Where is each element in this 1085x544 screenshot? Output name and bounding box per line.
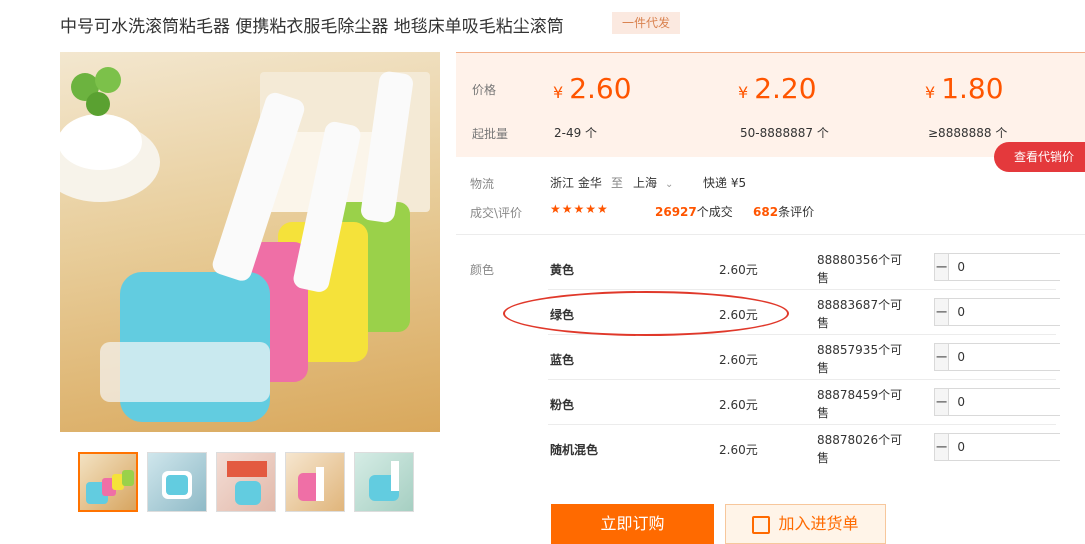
price-tier-1: ¥2.60	[553, 72, 632, 105]
ship-to-select[interactable]: 上海 ⌄	[633, 174, 673, 191]
variant-stock: 88878026个可售	[817, 433, 903, 465]
shipping-method: 快递 ¥5	[703, 176, 747, 190]
ship-to-value: 上海	[633, 176, 658, 190]
quantity-input[interactable]	[948, 344, 1085, 370]
ship-to-word: 至	[611, 176, 624, 190]
thumbnail-1[interactable]	[78, 452, 138, 512]
decrement-button[interactable]: −	[935, 389, 949, 415]
quantity-stepper: − +	[934, 388, 1085, 416]
variant-stock: 88883687个可售	[817, 298, 903, 330]
stats-label: 成交\评价	[470, 206, 523, 220]
add-to-purchase-list-button[interactable]: 加入进货单	[725, 504, 886, 544]
shipping-label: 物流	[470, 177, 495, 191]
variant-stock: 88878459个可售	[817, 388, 903, 420]
variant-row: 粉色 2.60元 88878459个可售 − +	[456, 380, 1085, 425]
quantity-input[interactable]	[948, 389, 1085, 415]
price-tier-3: ¥1.80	[925, 72, 1004, 105]
deals-count[interactable]: 26927个成交	[655, 203, 733, 220]
cart-icon	[752, 515, 771, 534]
decrement-button[interactable]: −	[935, 299, 949, 325]
thumbnail-5[interactable]	[354, 452, 414, 512]
quantity-stepper: − +	[934, 433, 1085, 461]
variant-name: 随机混色	[550, 443, 599, 457]
thumbnail-2[interactable]	[147, 452, 207, 512]
variant-row: 随机混色 2.60元 88878026个可售 − +	[456, 425, 1085, 470]
variant-row: 黄色 2.60元 88880356个可售 − +	[456, 245, 1085, 290]
dropship-badge: 一件代发	[612, 12, 680, 34]
variant-row: 蓝色 2.60元 88857935个可售 − +	[456, 335, 1085, 380]
decrement-button[interactable]: −	[935, 344, 949, 370]
decrement-button[interactable]: −	[935, 434, 949, 460]
ship-from: 浙江 金华	[550, 176, 602, 190]
reviews-count[interactable]: 682条评价	[753, 203, 814, 220]
quantity-input[interactable]	[948, 254, 1085, 280]
quantity-stepper: − +	[934, 253, 1085, 281]
price-tier-2: ¥2.20	[738, 72, 817, 105]
variant-name: 蓝色	[550, 353, 575, 367]
variant-price: 2.60元	[719, 263, 758, 277]
view-agent-price-button[interactable]: 查看代销价	[994, 142, 1085, 172]
quantity-input[interactable]	[948, 434, 1085, 460]
variant-stock: 88857935个可售	[817, 343, 903, 375]
variant-price: 2.60元	[719, 353, 758, 367]
product-title: 中号可水洗滚筒粘毛器 便携粘衣服毛除尘器 地毯床单吸毛粘尘滚筒	[60, 17, 564, 37]
variant-name: 绿色	[550, 308, 575, 322]
main-product-image	[60, 52, 440, 432]
variant-row: 绿色 2.60元 88883687个可售 − +	[456, 290, 1085, 335]
variant-price: 2.60元	[719, 443, 758, 457]
buy-now-button[interactable]: 立即订购	[551, 504, 714, 544]
thumbnail-3[interactable]	[216, 452, 276, 512]
variant-price: 2.60元	[719, 308, 758, 322]
qty-range-2: 50-8888887 个	[740, 126, 829, 140]
variant-name: 黄色	[550, 263, 575, 277]
variant-price: 2.60元	[719, 398, 758, 412]
thumbnail-4[interactable]	[285, 452, 345, 512]
variant-name: 粉色	[550, 398, 575, 412]
price-label: 价格	[472, 83, 497, 97]
variant-stock: 88880356个可售	[817, 253, 903, 285]
min-qty-label: 起批量	[472, 127, 509, 141]
decrement-button[interactable]: −	[935, 254, 949, 280]
rating-stars: ★★★★★	[550, 202, 609, 216]
thumbnail-strip	[78, 452, 414, 512]
qty-range-3: ≥8888888 个	[928, 126, 1008, 140]
quantity-input[interactable]	[948, 299, 1085, 325]
section-divider	[456, 234, 1085, 235]
quantity-stepper: − +	[934, 343, 1085, 371]
quantity-stepper: − +	[934, 298, 1085, 326]
chevron-down-icon: ⌄	[665, 179, 674, 190]
qty-range-1: 2-49 个	[554, 126, 598, 140]
